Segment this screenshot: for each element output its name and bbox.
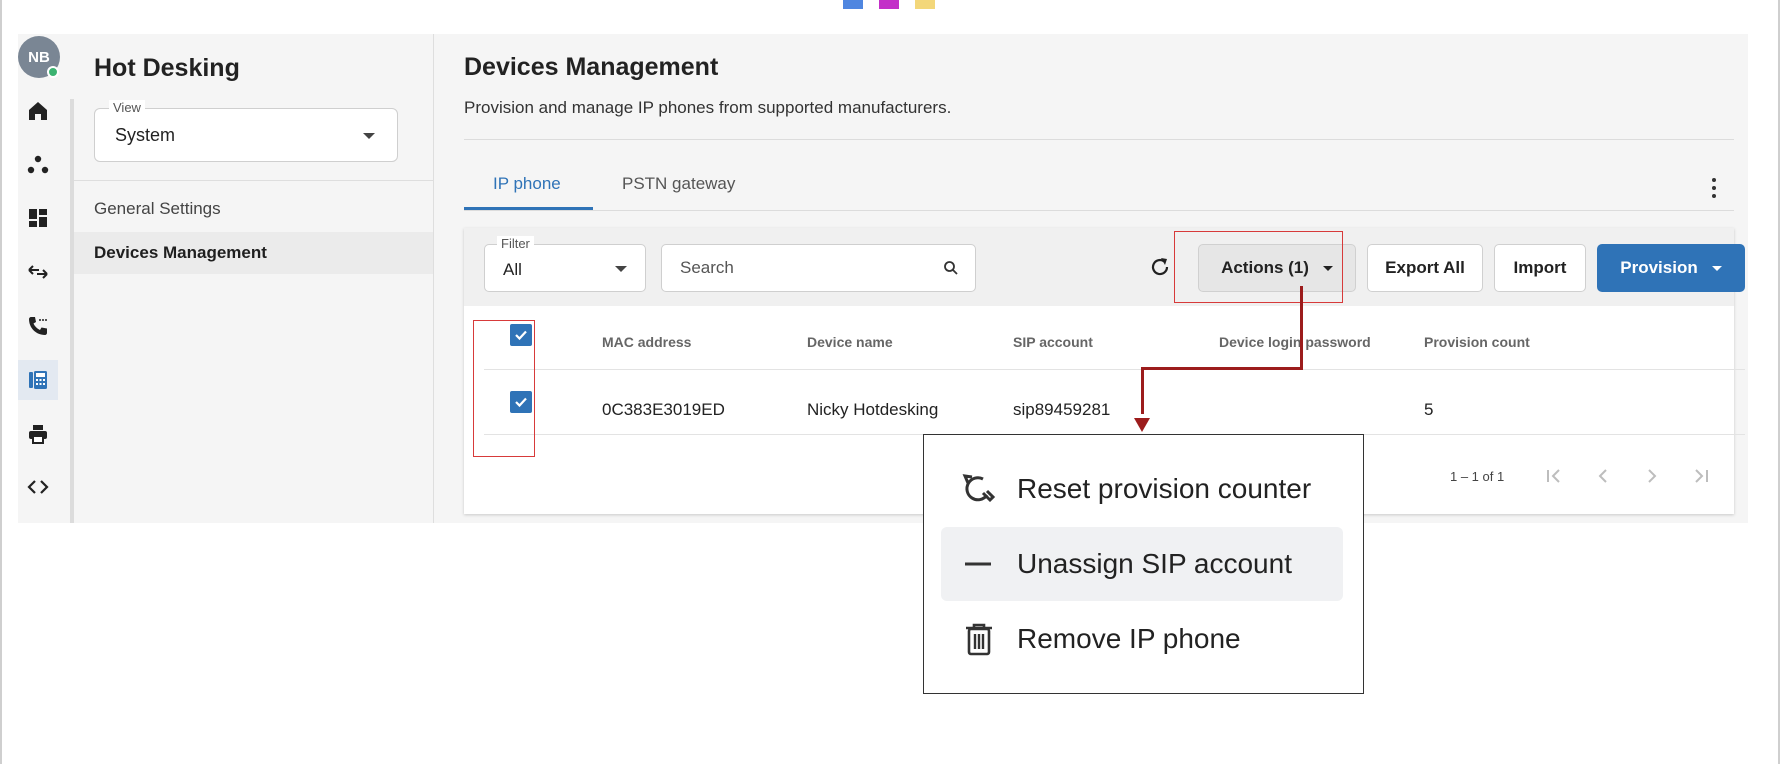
rail-dashboard[interactable] [18, 198, 58, 238]
reset-counter-icon [962, 474, 996, 503]
panel-divider [74, 180, 433, 181]
tab-pstn-gateway[interactable]: PSTN gateway [622, 174, 735, 194]
last-page-icon[interactable] [1691, 464, 1711, 488]
menu-item-label: Reset provision counter [1017, 473, 1312, 504]
nav-item-devices-management[interactable]: Devices Management [74, 232, 433, 274]
menu-item-unassign-sip-account[interactable]: Unassign SIP account [941, 527, 1343, 601]
chevron-down-icon [363, 133, 375, 139]
column-header-password[interactable]: Device login password [1219, 334, 1371, 350]
blue-marker [843, 0, 863, 9]
filter-value: All [503, 260, 522, 279]
section-panel: Hot Desking View System General Settings… [74, 34, 434, 523]
printer-icon [29, 425, 47, 444]
column-header-sip-account[interactable]: SIP account [1013, 334, 1093, 350]
rail-groups[interactable] [18, 145, 58, 185]
nav-item-label: Devices Management [94, 243, 267, 262]
annotation-arrow-head [1134, 418, 1150, 432]
menu-item-label: Unassign SIP account [1017, 548, 1292, 579]
column-header-device-name[interactable]: Device name [807, 334, 893, 350]
cell-sip-account: sip89459281 [1013, 400, 1111, 419]
previous-page-icon[interactable] [1593, 464, 1613, 488]
page-subtitle: Provision and manage IP phones from supp… [464, 98, 952, 117]
search-placeholder: Search [680, 258, 734, 277]
annotation-actions-highlight [1174, 231, 1343, 303]
more-options-icon[interactable] [1702, 176, 1726, 200]
annotation-arrow-segment [1300, 286, 1303, 370]
tab-divider [464, 210, 1734, 211]
rail-developer[interactable] [18, 467, 58, 507]
code-icon [27, 480, 49, 494]
app-window: NB Hot Desking View System General Setti… [18, 34, 1748, 523]
rail-calls[interactable] [18, 306, 58, 346]
filter-label: Filter [497, 236, 534, 251]
export-all-button[interactable]: Export All [1367, 244, 1483, 292]
tab-ip-phone[interactable]: IP phone [493, 174, 561, 194]
provision-button[interactable]: Provision [1597, 244, 1745, 292]
view-select[interactable]: View System [94, 100, 398, 162]
column-header-mac[interactable]: MAC address [602, 334, 691, 350]
icon-rail: NB [18, 34, 72, 523]
menu-item-reset-provision-counter[interactable]: Reset provision counter [941, 452, 1343, 526]
phone-call-icon [29, 317, 47, 335]
cell-mac-address: 0C383E3019ED [602, 400, 725, 419]
rail-home[interactable] [18, 91, 58, 131]
menu-item-remove-ip-phone[interactable]: Remove IP phone [941, 602, 1343, 676]
people-group-icon [27, 155, 49, 174]
filter-select[interactable]: Filter All [484, 236, 646, 292]
home-icon [29, 102, 47, 120]
caret-down-icon [1711, 265, 1722, 271]
rail-desk-phones[interactable] [18, 360, 58, 400]
import-button[interactable]: Import [1494, 244, 1586, 292]
rail-printers[interactable] [18, 414, 58, 454]
annotation-arrow-segment [1141, 367, 1144, 414]
refresh-icon[interactable] [1148, 255, 1172, 279]
swap-arrows-icon [28, 265, 48, 279]
cell-device-name: Nicky Hotdesking [807, 400, 939, 419]
menu-item-label: Remove IP phone [1017, 623, 1241, 654]
chevron-down-icon [615, 266, 627, 272]
magenta-marker [879, 0, 899, 9]
rail-transfers[interactable] [18, 252, 58, 292]
cell-provision-count: 5 [1424, 400, 1434, 419]
provision-button-label: Provision [1620, 258, 1698, 277]
annotation-checkbox-highlight [473, 320, 535, 457]
first-page-icon[interactable] [1544, 464, 1564, 488]
trash-icon [966, 623, 992, 656]
actions-menu: Reset provision counter Unassign SIP acc… [923, 434, 1364, 694]
header-divider [464, 139, 1734, 140]
nav-item-general-settings[interactable]: General Settings [74, 188, 433, 230]
dashboard-icon [29, 209, 47, 227]
panel-title: Hot Desking [94, 54, 240, 82]
pagination-range: 1 – 1 of 1 [1450, 469, 1505, 484]
search-input[interactable]: Search [661, 244, 976, 292]
color-markers [843, 0, 935, 9]
page-title: Devices Management [464, 53, 719, 81]
desk-phone-icon [29, 371, 47, 389]
view-select-value: System [115, 125, 176, 145]
search-icon [944, 261, 958, 275]
next-page-icon[interactable] [1642, 464, 1662, 488]
online-status-dot [47, 66, 59, 78]
view-select-label: View [109, 100, 145, 115]
annotation-arrow-segment [1141, 367, 1303, 370]
table-toolbar: Filter All Search Actions (1) Export All… [464, 228, 1745, 306]
header-row-divider [484, 369, 1745, 370]
minus-icon [965, 562, 991, 566]
yellow-marker [915, 0, 935, 9]
column-header-provision-count[interactable]: Provision count [1424, 334, 1530, 350]
nav-item-label: General Settings [94, 199, 221, 218]
window-frame-left [0, 0, 2, 764]
